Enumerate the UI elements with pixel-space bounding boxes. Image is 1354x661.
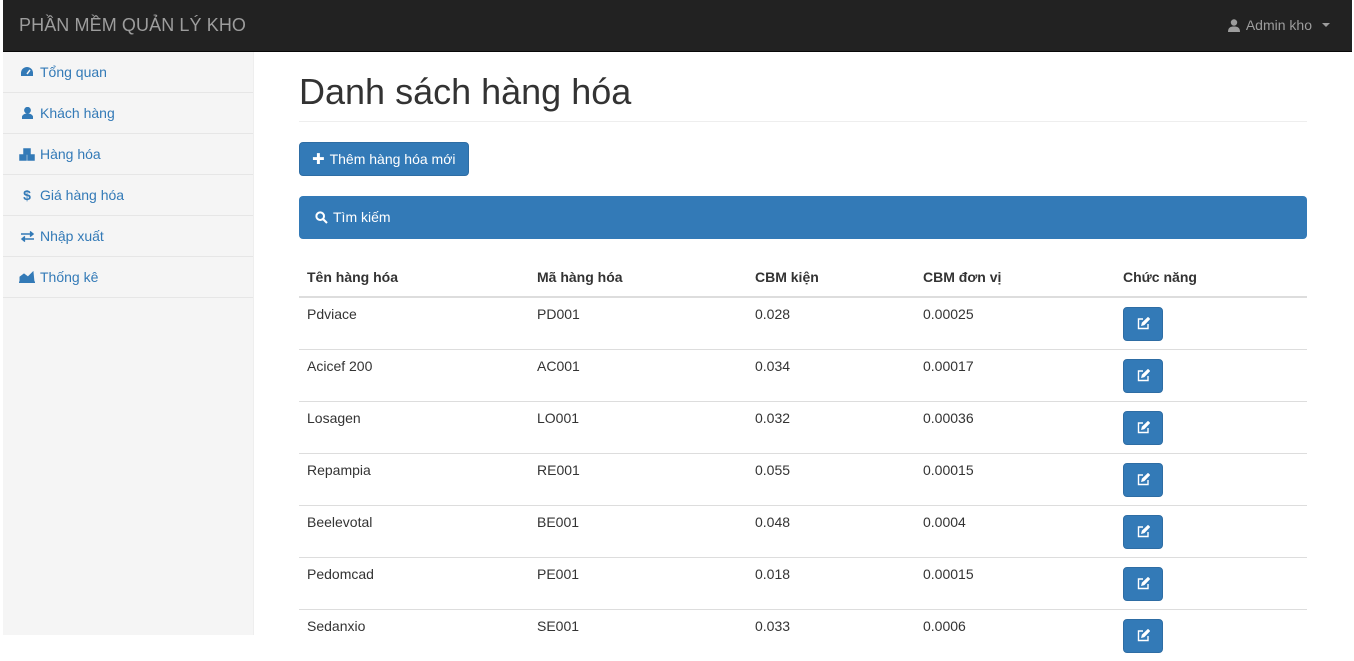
sidebar-item-label: Giá hàng hóa — [40, 187, 125, 203]
actions-cell — [1115, 556, 1307, 610]
product-name-cell: Repampia — [299, 452, 529, 506]
edit-icon — [1137, 421, 1150, 434]
product-name-cell: Acicef 200 — [299, 348, 529, 402]
product-code-cell: PE001 — [529, 556, 747, 610]
edit-button[interactable] — [1123, 566, 1163, 601]
product-name-cell: Pedomcad — [299, 556, 529, 610]
table-row: Beelevotal BE001 0.048 0.0004 — [299, 504, 1307, 558]
user-menu-dropdown[interactable]: Admin kho — [1227, 17, 1330, 33]
products-table-body: Pdviace PD001 0.028 0.00025 Acicef 200 A… — [299, 297, 1307, 661]
cubes-icon — [18, 147, 36, 161]
product-code-cell: AC001 — [529, 348, 747, 402]
edit-button[interactable] — [1123, 410, 1163, 445]
user-icon — [1227, 18, 1240, 32]
product-code-cell: PD001 — [537, 305, 580, 322]
search-panel-label: Tìm kiếm — [333, 209, 391, 226]
sidebar-item-label: Thống kê — [40, 269, 99, 285]
cbm-package-cell: 0.018 — [747, 556, 915, 610]
cbm-package-cell: 0.028 — [755, 305, 791, 322]
plus-icon: ✚ — [312, 150, 325, 168]
cbm-unit-cell: 0.00015 — [915, 452, 1115, 506]
sidebar-item-nhap-xuat[interactable]: Nhập xuất — [3, 216, 253, 257]
sidebar-item-label: Nhập xuất — [40, 228, 104, 244]
product-code-cell: LO001 — [529, 400, 747, 454]
cbm-package-cell: 0.048 — [747, 504, 915, 558]
edit-icon — [1137, 577, 1150, 590]
edit-icon — [1137, 525, 1150, 538]
user-menu-label: Admin kho — [1245, 17, 1312, 33]
table-row: Losagen LO001 0.032 0.00036 — [299, 400, 1307, 454]
sidebar: Tổng quan Khách hàng Hàng hóa $ Giá hàng… — [3, 52, 254, 635]
search-panel-toggle[interactable]: Tìm kiếm — [299, 195, 1307, 239]
sidebar-item-gia-hang-hoa[interactable]: $ Giá hàng hóa — [3, 175, 253, 216]
exchange-icon — [18, 229, 36, 243]
product-name-cell: Beelevotal — [299, 504, 529, 558]
column-header-actions: Chức năng — [1115, 258, 1307, 298]
sidebar-nav: Tổng quan Khách hàng Hàng hóa $ Giá hàng… — [3, 52, 253, 298]
cbm-package-cell: 0.034 — [747, 348, 915, 402]
cbm-unit-cell: 0.00015 — [915, 556, 1115, 610]
edit-icon — [1137, 317, 1150, 330]
sidebar-item-tong-quan[interactable]: Tổng quan — [3, 52, 253, 93]
column-header-cbm-package: CBM kiện — [747, 258, 915, 298]
actions-cell — [1115, 452, 1307, 506]
column-header-cbm-unit: CBM đơn vị — [915, 258, 1115, 298]
cbm-package-cell: 0.055 — [747, 452, 915, 506]
add-product-button[interactable]: ✚ Thêm hàng hóa mới — [299, 141, 469, 176]
actions-cell — [1115, 348, 1307, 402]
edit-button[interactable] — [1123, 514, 1163, 549]
sidebar-item-label: Tổng quan — [40, 64, 107, 80]
top-navbar: PHẦN MỀM QUẢN LÝ KHO Admin kho — [3, 0, 1352, 52]
edit-icon — [1137, 473, 1150, 486]
table-row: Acicef 200 AC001 0.034 0.00017 — [299, 348, 1307, 402]
product-code-cell: RE001 — [529, 452, 747, 506]
column-header-name: Tên hàng hóa — [299, 258, 529, 298]
cbm-package-cell: 0.032 — [747, 400, 915, 454]
edit-icon — [1137, 369, 1150, 382]
edit-icon — [1137, 629, 1150, 642]
dashboard-icon — [18, 65, 36, 79]
caret-down-icon — [1322, 23, 1330, 27]
cbm-unit-cell: 0.0004 — [915, 504, 1115, 558]
edit-button[interactable] — [1123, 306, 1163, 341]
sidebar-item-thong-ke[interactable]: Thống kê — [3, 257, 253, 298]
app-brand[interactable]: PHẦN MỀM QUẢN LÝ KHO — [19, 15, 246, 36]
area-chart-icon — [18, 270, 36, 284]
table-header-row: Tên hàng hóa Mã hàng hóa CBM kiện CBM đơ… — [299, 258, 1307, 298]
sidebar-item-hang-hoa[interactable]: Hàng hóa — [3, 134, 253, 175]
actions-cell — [1115, 400, 1307, 454]
products-table: Tên hàng hóa Mã hàng hóa CBM kiện CBM đơ… — [299, 258, 1307, 661]
table-row: Repampia RE001 0.055 0.00015 — [299, 452, 1307, 506]
column-header-code: Mã hàng hóa — [529, 258, 747, 298]
cbm-unit-cell: 0.00036 — [915, 400, 1115, 454]
actions-cell — [1115, 504, 1307, 558]
actions-cell — [1115, 297, 1307, 350]
search-icon — [315, 210, 328, 224]
cbm-unit-cell: 0.00025 — [923, 305, 974, 322]
main-content: Danh sách hàng hóa ✚ Thêm hàng hóa mới T… — [299, 52, 1307, 661]
product-code-cell: BE001 — [529, 504, 747, 558]
table-row: Pdviace PD001 0.028 0.00025 — [299, 297, 1307, 350]
sidebar-item-label: Khách hàng — [40, 105, 115, 121]
cbm-unit-cell: 0.00017 — [915, 348, 1115, 402]
add-product-label: Thêm hàng hóa mới — [329, 150, 456, 167]
sidebar-item-khach-hang[interactable]: Khách hàng — [3, 93, 253, 134]
user-icon — [18, 106, 36, 120]
edit-button[interactable] — [1123, 358, 1163, 393]
product-name-cell: Pdviace — [307, 305, 357, 322]
page-title: Danh sách hàng hóa — [299, 72, 1307, 122]
edit-button[interactable] — [1123, 462, 1163, 497]
dollar-icon: $ — [23, 187, 31, 203]
edit-button[interactable] — [1123, 618, 1163, 653]
product-name-cell: Losagen — [299, 400, 529, 454]
table-row: Pedomcad PE001 0.018 0.00015 — [299, 556, 1307, 610]
sidebar-item-label: Hàng hóa — [40, 146, 101, 162]
